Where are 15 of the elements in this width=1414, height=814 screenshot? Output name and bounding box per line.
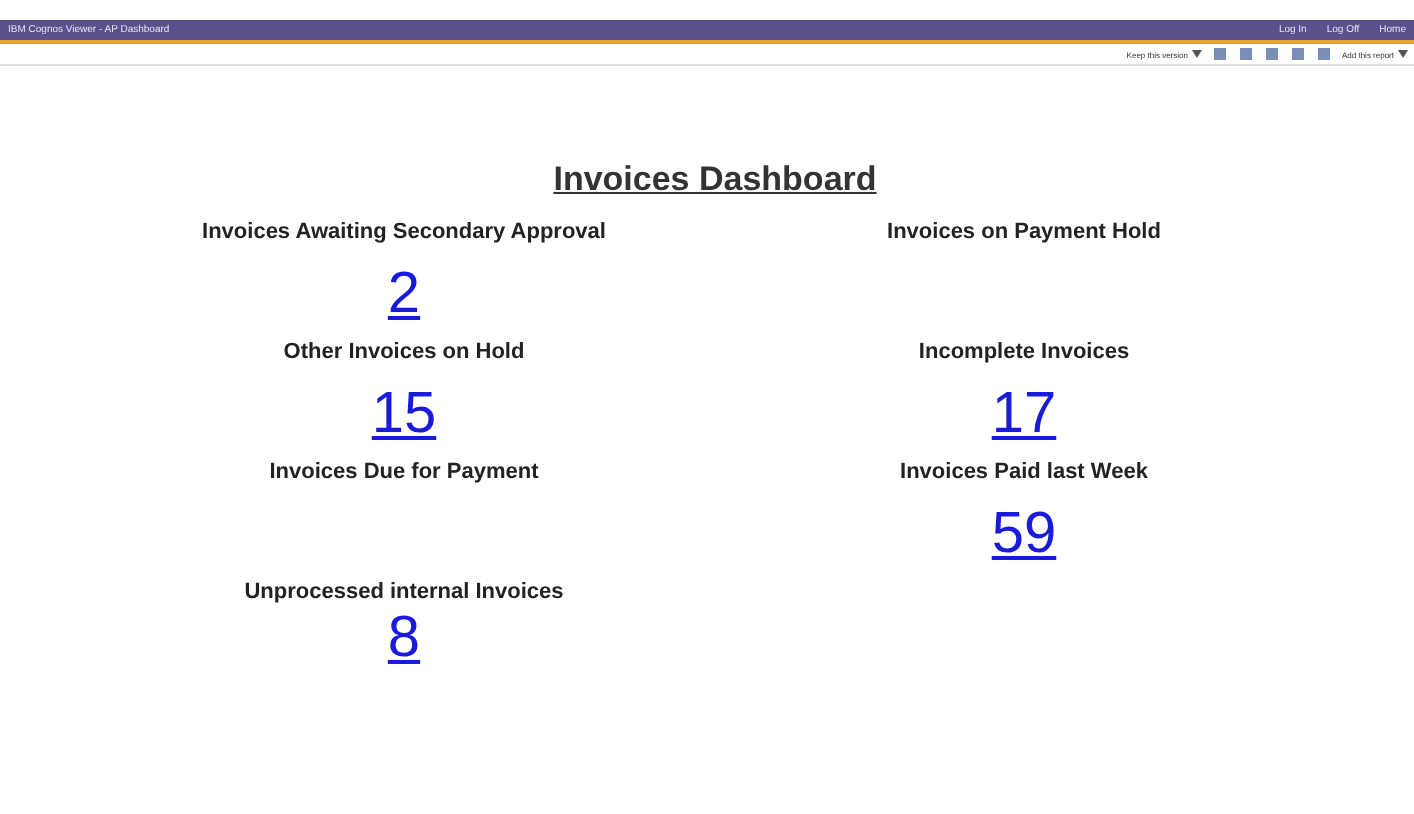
report-title: Invoices Dashboard bbox=[551, 160, 879, 200]
tile-title: Invoices on Payment Hold bbox=[887, 220, 1161, 244]
tile-title: Other Invoices on Hold bbox=[283, 340, 525, 364]
caret-icon bbox=[1191, 50, 1202, 58]
tile-title: Unprocessed internal Invoices bbox=[244, 580, 564, 604]
count-link[interactable]: 2 bbox=[387, 260, 421, 328]
tile-title: Invoices Awaiting Secondary Approval bbox=[202, 220, 606, 244]
tile-title: Invoices Paid last Week bbox=[900, 460, 1148, 484]
count-link[interactable]: 17 bbox=[991, 380, 1057, 448]
count-link[interactable]: 8 bbox=[387, 604, 421, 672]
count-link[interactable]: 15 bbox=[371, 380, 437, 448]
count-link[interactable]: 59 bbox=[991, 500, 1057, 568]
tile-title: Invoices Due for Payment bbox=[269, 460, 539, 484]
tile-title: Incomplete Invoices bbox=[918, 340, 1130, 364]
caret-icon bbox=[1398, 50, 1408, 58]
